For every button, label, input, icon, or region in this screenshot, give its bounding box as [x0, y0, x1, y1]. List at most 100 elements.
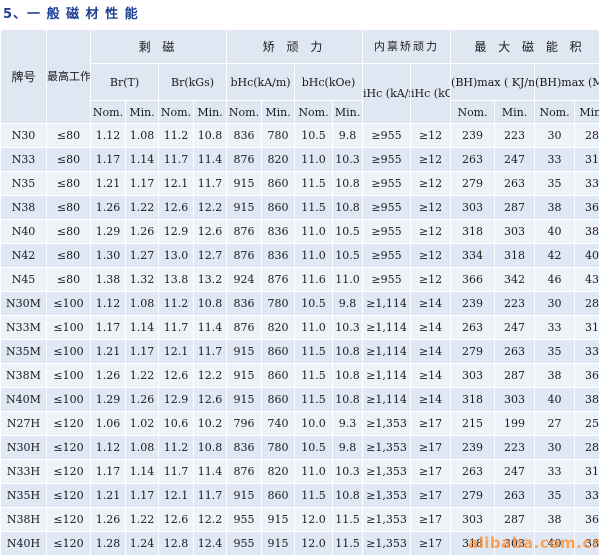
value-cell: 1.26 [125, 219, 159, 244]
value-cell: 366 [450, 267, 496, 292]
value-cell: 12.1 [158, 483, 194, 508]
min-header: Min. [332, 100, 364, 124]
value-cell: ≤120 [46, 411, 91, 436]
value-cell: 11.7 [192, 483, 228, 508]
value-cell: 12.8 [158, 531, 194, 556]
value-cell: 10.5 [294, 123, 334, 148]
value-cell: 740 [261, 411, 296, 436]
value-cell: ≥955 [362, 243, 412, 268]
value-cell: 780 [261, 123, 296, 148]
value-cell: 915 [261, 507, 296, 532]
table-row: N35H ≤120 1.21 1.17 12.1 11.7 915 860 11.5 10.8 ≥1… [0, 483, 599, 508]
value-cell: 10.8 [332, 483, 364, 508]
value-cell: ≥1,353 [362, 459, 412, 484]
value-cell: 796 [226, 411, 263, 436]
value-cell: 11.0 [294, 315, 334, 340]
value-cell: 836 [226, 291, 263, 316]
value-cell: 1.17 [125, 339, 159, 364]
value-cell: 860 [261, 195, 296, 220]
group-header-intrinsic-coercivity: 内禀矫顽力 [362, 29, 452, 64]
value-cell: 12.2 [192, 195, 228, 220]
col-header-brand: 牌号 [0, 29, 47, 124]
value-cell: 10.2 [192, 411, 228, 436]
nom-header: Nom. [158, 100, 194, 124]
grade-cell: N33M [0, 315, 47, 340]
value-cell: 263 [450, 147, 496, 172]
table-row: N42 ≤80 1.30 1.27 13.0 12.7 876 836 11.0 10.5 ≥955… [0, 243, 599, 268]
value-cell: 11.7 [192, 171, 228, 196]
value-cell: ≥17 [410, 483, 452, 508]
value-cell: 10.3 [332, 147, 364, 172]
value-cell: 263 [494, 483, 536, 508]
grade-cell: N40M [0, 387, 47, 412]
value-cell: 239 [450, 435, 496, 460]
value-cell: ≥14 [410, 315, 452, 340]
value-cell: 215 [450, 411, 496, 436]
table-row: N38M ≤100 1.26 1.22 12.6 12.2 915 860 11.5 10.8 ≥1… [0, 363, 599, 388]
value-cell: 915 [226, 483, 263, 508]
value-cell: 12.0 [294, 507, 334, 532]
value-cell: 10.5 [332, 243, 364, 268]
value-cell: 12.1 [158, 171, 194, 196]
value-cell: ≥1,114 [362, 315, 412, 340]
value-cell: 46 [534, 267, 576, 292]
value-cell: 876 [226, 315, 263, 340]
value-cell: 10.6 [158, 411, 194, 436]
value-cell: 11.4 [192, 147, 228, 172]
value-cell: ≥12 [410, 267, 452, 292]
value-cell: ≤120 [46, 507, 91, 532]
value-cell: 1.26 [125, 387, 159, 412]
value-cell: 1.17 [125, 171, 159, 196]
value-cell: 10.8 [332, 387, 364, 412]
value-cell: 1.06 [90, 411, 126, 436]
table-row: N33H ≤120 1.17 1.14 11.7 11.4 876 820 11.0 10.3 ≥1… [0, 459, 599, 484]
value-cell: 33 [534, 147, 576, 172]
value-cell: 12.9 [158, 387, 194, 412]
nom-header: Nom. [226, 100, 263, 124]
grade-cell: N27H [0, 411, 47, 436]
value-cell: ≥1,353 [362, 435, 412, 460]
grade-cell: N30H [0, 435, 47, 460]
value-cell: 31 [574, 147, 599, 172]
value-cell: 1.02 [125, 411, 159, 436]
sub-header-ihc-ka: iHc (kA/m) [362, 63, 412, 124]
value-cell: 28 [574, 435, 599, 460]
value-cell: 303 [494, 219, 536, 244]
value-cell: 836 [261, 219, 296, 244]
value-cell: 12.7 [192, 243, 228, 268]
value-cell: ≥1,114 [362, 339, 412, 364]
table-row: N33 ≤80 1.17 1.14 11.7 11.4 876 820 11.0 10.3 ≥955… [0, 147, 599, 172]
value-cell: 10.8 [332, 171, 364, 196]
value-cell: 25 [574, 411, 599, 436]
value-cell: ≥17 [410, 531, 452, 556]
nom-header: Nom. [294, 100, 334, 124]
value-cell: 279 [450, 171, 496, 196]
watermark: alibaba.com.cn [468, 534, 599, 552]
value-cell: 1.29 [90, 219, 126, 244]
grade-cell: N38 [0, 195, 47, 220]
value-cell: 30 [534, 291, 576, 316]
value-cell: 1.29 [90, 387, 126, 412]
value-cell: 1.14 [125, 459, 159, 484]
value-cell: 1.12 [90, 435, 126, 460]
value-cell: 318 [450, 219, 496, 244]
value-cell: 860 [261, 171, 296, 196]
value-cell: ≥1,114 [362, 387, 412, 412]
grade-cell: N40 [0, 219, 47, 244]
value-cell: 11.4 [192, 315, 228, 340]
value-cell: 1.08 [125, 123, 159, 148]
value-cell: 279 [450, 339, 496, 364]
value-cell: 876 [226, 243, 263, 268]
value-cell: ≤80 [46, 267, 91, 292]
table-row: N45 ≤80 1.38 1.32 13.8 13.2 924 876 11.6 11.0 ≥955… [0, 267, 599, 292]
value-cell: 247 [494, 315, 536, 340]
table-row: N35M ≤100 1.21 1.17 12.1 11.7 915 860 11.5 10.8 ≥1… [0, 339, 599, 364]
value-cell: 11.5 [294, 363, 334, 388]
sub-header-bhc-ka: bHc(kA/m) [226, 63, 296, 101]
value-cell: 40 [534, 387, 576, 412]
table-row: N38 ≤80 1.26 1.22 12.6 12.2 915 860 11.5 10.8 ≥955… [0, 195, 599, 220]
value-cell: 33 [574, 171, 599, 196]
value-cell: 263 [450, 315, 496, 340]
table-row: N30H ≤120 1.12 1.08 11.2 10.8 836 780 10.5 9.8 ≥1,… [0, 435, 599, 460]
table-row: N40 ≤80 1.29 1.26 12.9 12.6 876 836 11.0 10.5 ≥955… [0, 219, 599, 244]
